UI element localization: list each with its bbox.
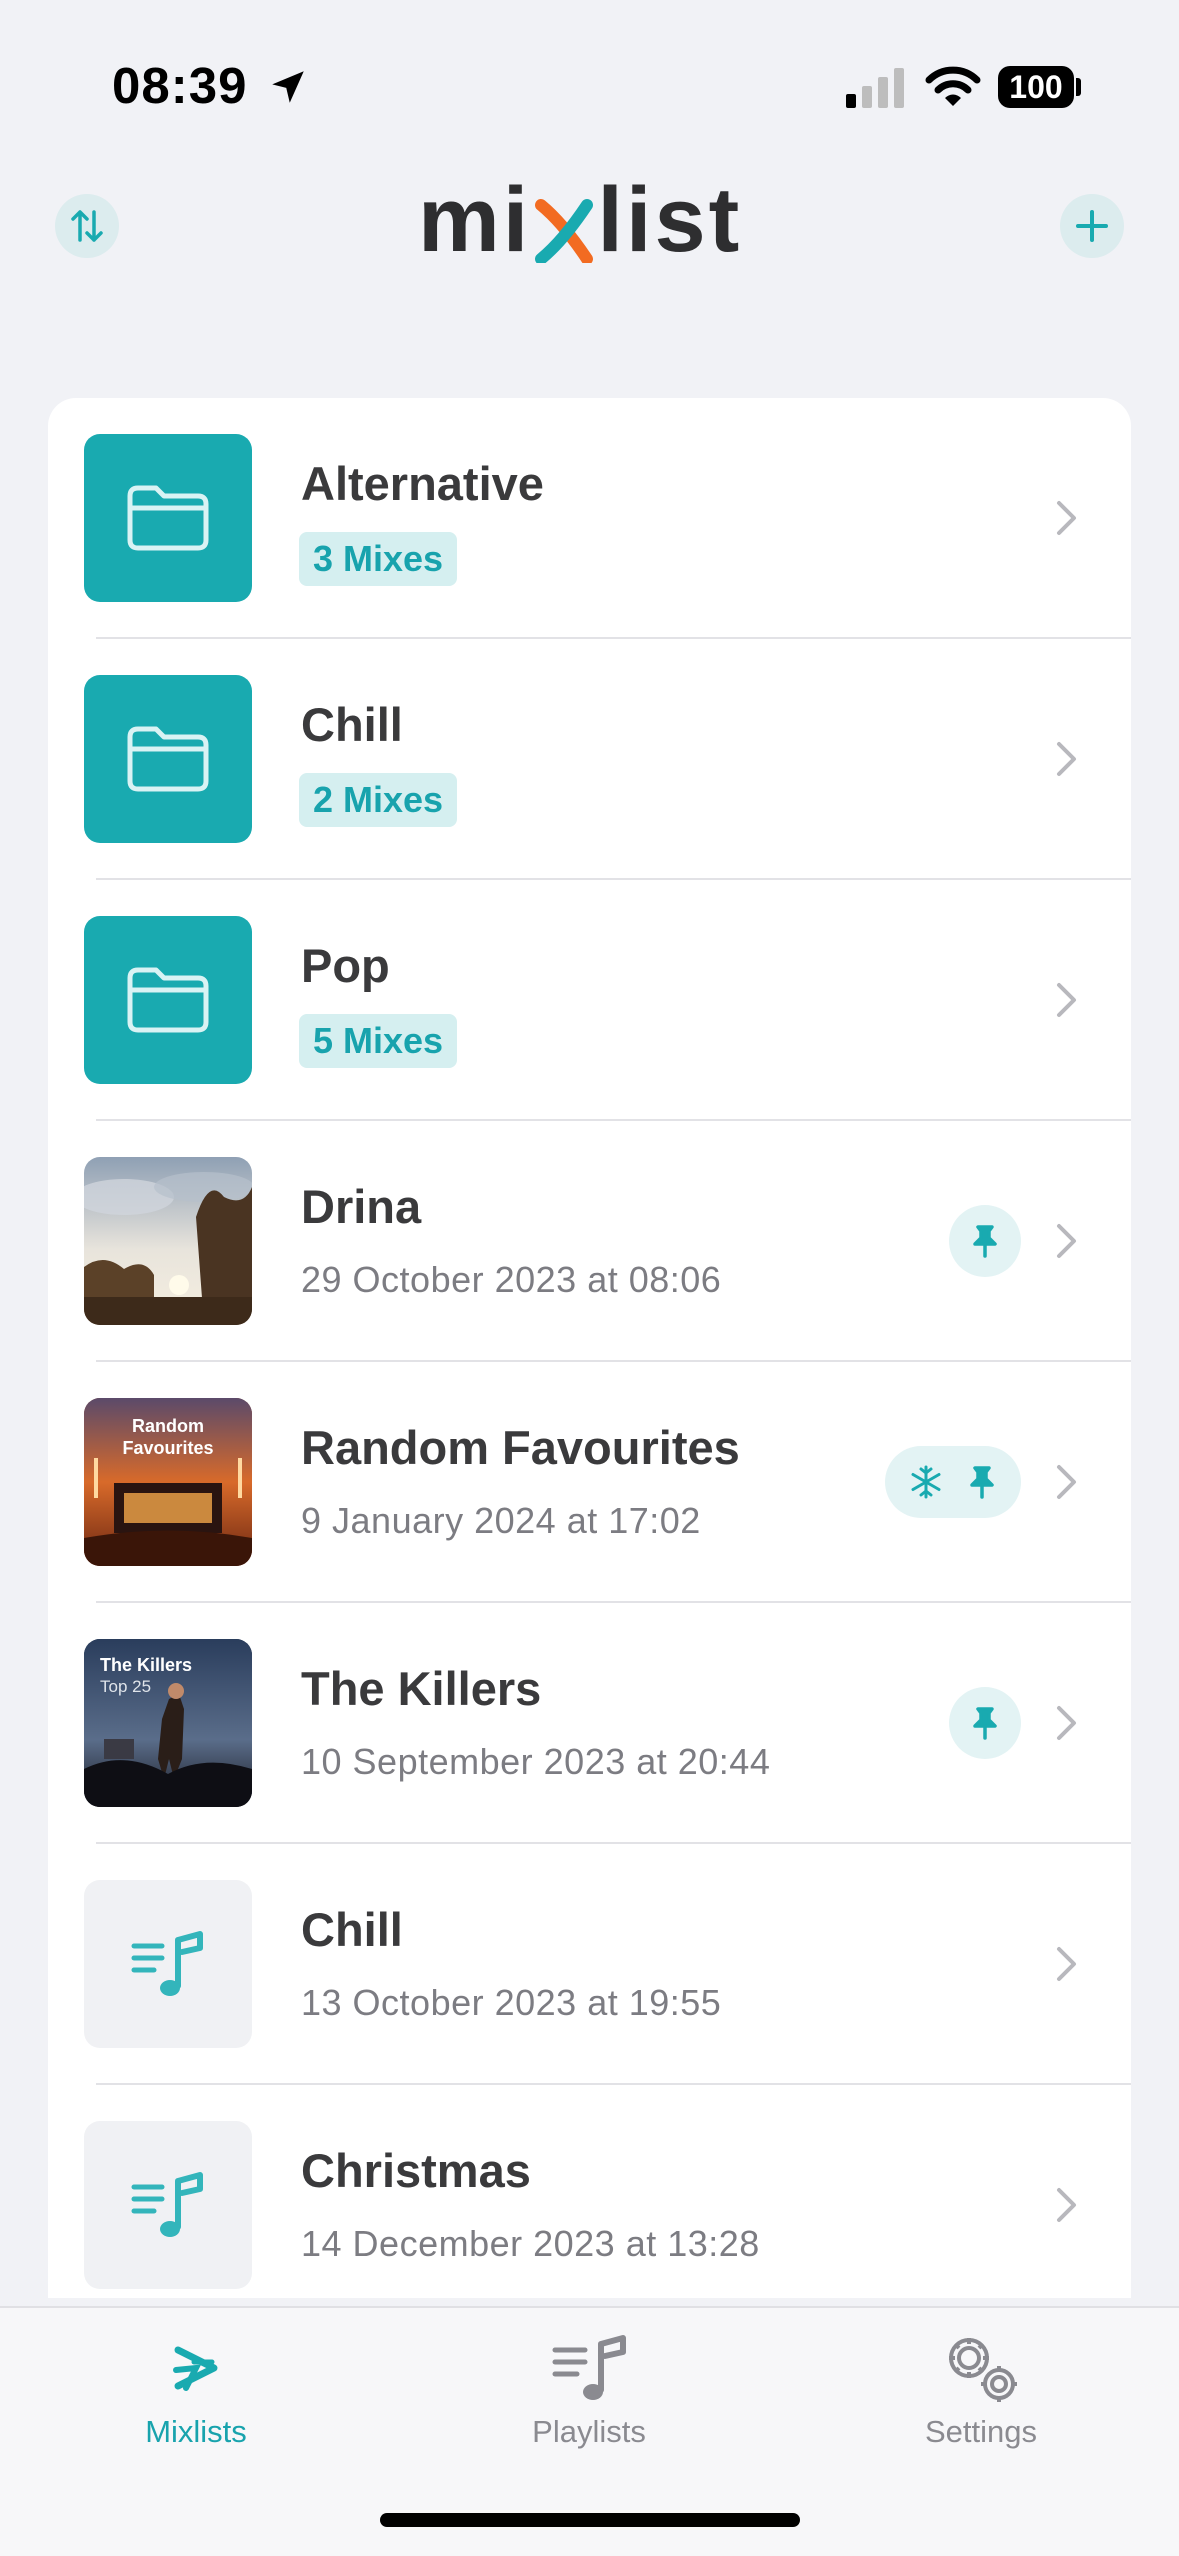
row-title: Alternative [301, 457, 544, 510]
mixlist-row-drina[interactable]: Drina 29 October 2023 at 08:06 [48, 1121, 1131, 1362]
row-title: Chill [301, 1903, 403, 1956]
app-logo: mi list [418, 165, 742, 275]
mix-count-badge: 5 Mixes [299, 1014, 458, 1068]
chevron-right-icon [1057, 742, 1076, 776]
folder-icon [127, 967, 209, 1033]
folder-thumbnail [84, 916, 252, 1084]
row-date: 9 January 2024 at 17:02 [301, 1500, 701, 1541]
row-title: Chill [301, 698, 403, 751]
status-time: 08:39 [112, 57, 248, 114]
row-title: Christmas [301, 2144, 531, 2197]
wifi-icon [925, 66, 981, 106]
chevron-right-icon [1057, 983, 1076, 1017]
row-title: Random Favourites [301, 1421, 740, 1474]
mixlist-row-the-killers[interactable]: The Killers Top 25 The Killers 10 Septem… [48, 1603, 1131, 1844]
battery-tip [1076, 78, 1081, 96]
status-bar: 08:39 100 [0, 0, 1179, 175]
plus-icon [1076, 210, 1108, 242]
pin-icon [973, 1225, 997, 1258]
playlist-note-icon [131, 1931, 203, 1996]
mixlist-list: Alternative 3 Mixes Chill 2 Mixes Pop 5 … [48, 398, 1131, 2298]
battery-indicator: 100 [998, 66, 1074, 108]
tab-label: Playlists [532, 2414, 646, 2449]
chevron-right-icon [1057, 1224, 1076, 1258]
logo-text-right: list [597, 168, 743, 271]
mixlist-row-random-favourites[interactable]: Random Favourites Random Favourites 9 Ja… [48, 1362, 1131, 1603]
pin-icon [970, 1466, 994, 1499]
chevron-right-icon [1057, 1465, 1076, 1499]
snowflake-icon [911, 1465, 941, 1499]
artwork-caption-line1: The Killers [100, 1655, 193, 1675]
sort-button[interactable] [55, 194, 119, 258]
mixlist-row-chill[interactable]: Chill 13 October 2023 at 19:55 [48, 1844, 1131, 2085]
tab-playlists[interactable]: Playlists [459, 2328, 719, 2468]
concert-artwork: Random Favourites [84, 1398, 252, 1566]
home-indicator[interactable] [380, 2513, 800, 2527]
row-title: The Killers [301, 1662, 542, 1715]
artwork-caption-line2: Top 25 [100, 1677, 152, 1696]
sort-arrows-icon [71, 210, 103, 242]
mixlists-screen: 08:39 100 mi list Alternative 3 Mixes Ch… [0, 0, 1179, 2556]
mixlist-row-christmas[interactable]: Christmas 14 December 2023 at 13:28 [48, 2085, 1131, 2298]
row-date: 13 October 2023 at 19:55 [301, 1982, 722, 2023]
placeholder-thumbnail [84, 2121, 252, 2289]
folder-row-pop[interactable]: Pop 5 Mixes [48, 880, 1131, 1121]
mix-count-badge: 3 Mixes [299, 532, 458, 586]
chevron-right-icon [1057, 1947, 1076, 1981]
pin-icon [973, 1707, 997, 1740]
mixlists-icon [173, 2346, 218, 2391]
chevron-right-icon [1057, 501, 1076, 535]
logo-text-left: mi [418, 168, 532, 271]
playlist-note-icon [131, 2172, 203, 2237]
folder-thumbnail [84, 434, 252, 602]
row-title: Pop [301, 939, 390, 992]
playlists-icon [552, 2335, 626, 2400]
add-button[interactable] [1060, 194, 1124, 258]
folder-icon [127, 485, 209, 551]
folder-row-alternative[interactable]: Alternative 3 Mixes [48, 398, 1131, 639]
folder-row-chill[interactable]: Chill 2 Mixes [48, 639, 1131, 880]
status-pill[interactable] [885, 1446, 1021, 1518]
artwork-caption-line2: Favourites [122, 1438, 214, 1458]
band-artwork: The Killers Top 25 [84, 1639, 252, 1807]
folder-icon [127, 726, 209, 792]
row-date: 14 December 2023 at 13:28 [301, 2223, 760, 2264]
pin-pill[interactable] [949, 1205, 1021, 1277]
pin-pill[interactable] [949, 1687, 1021, 1759]
mix-count-badge: 2 Mixes [299, 773, 458, 827]
tab-label: Settings [924, 2414, 1037, 2449]
row-date: 10 September 2023 at 20:44 [301, 1741, 771, 1782]
folder-thumbnail [84, 675, 252, 843]
artwork-caption-line1: Random [132, 1416, 204, 1436]
tab-label: Mixlists [145, 2414, 247, 2449]
cellular-signal-icon [846, 68, 904, 108]
tab-mixlists[interactable]: Mixlists [66, 2328, 326, 2468]
gears-icon [949, 2338, 1017, 2402]
chevron-right-icon [1057, 1706, 1076, 1740]
placeholder-thumbnail [84, 1880, 252, 2048]
tab-settings[interactable]: Settings [851, 2328, 1111, 2468]
landscape-artwork [84, 1157, 252, 1325]
row-date: 29 October 2023 at 08:06 [301, 1259, 722, 1300]
chevron-right-icon [1057, 2188, 1076, 2222]
logo-x-mark [533, 180, 595, 265]
row-title: Drina [301, 1180, 422, 1233]
location-arrow-icon [272, 71, 304, 103]
